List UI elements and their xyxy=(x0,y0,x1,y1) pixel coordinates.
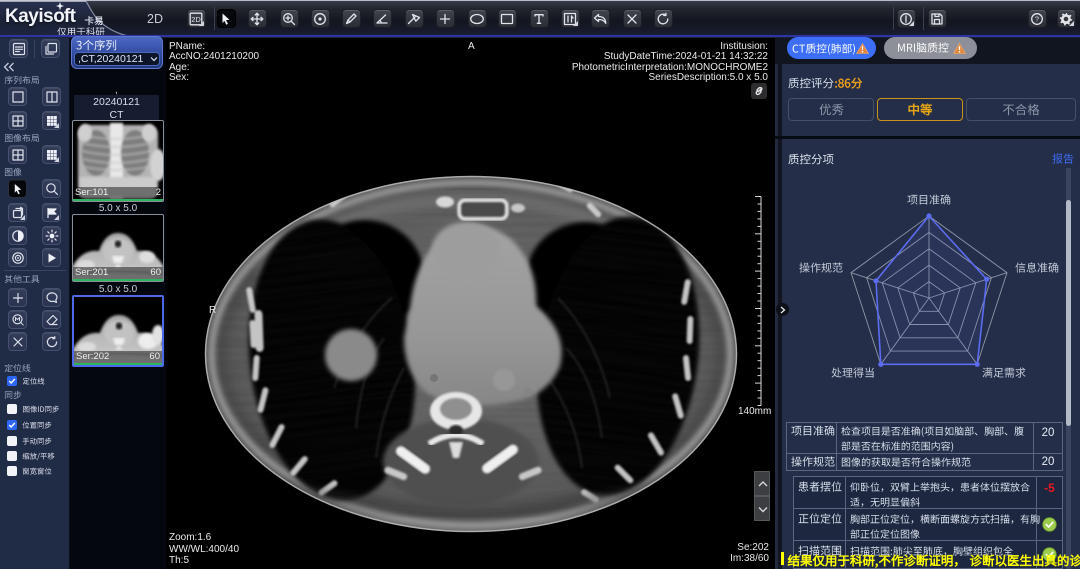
svg-text:?: ? xyxy=(1035,14,1039,23)
svg-text:2D: 2D xyxy=(191,14,201,23)
